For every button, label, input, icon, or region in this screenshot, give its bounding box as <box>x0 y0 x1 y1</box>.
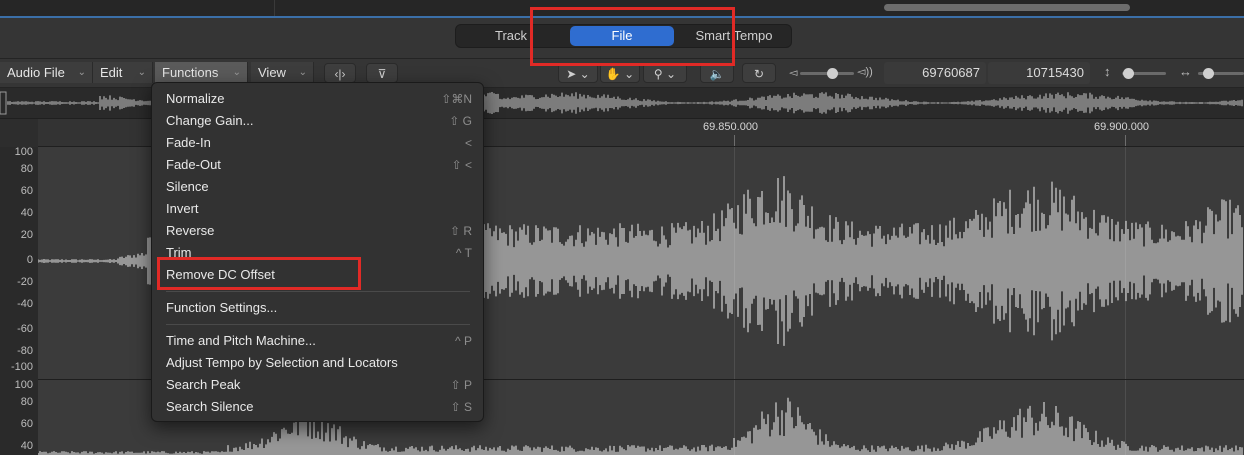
shortcut: ⇧ S <box>450 400 472 414</box>
shortcut: ⇧ < <box>451 158 472 172</box>
functions-menu-label: Functions <box>162 65 219 80</box>
position-field[interactable]: 69760687 <box>884 62 986 84</box>
hand-tool-icon[interactable]: ✋ ⌄ <box>600 63 640 83</box>
menu-item-function-settings[interactable]: Function Settings... <box>166 298 472 318</box>
menu-item-fade-in[interactable]: Fade-In < <box>166 133 472 153</box>
menu-item-reverse[interactable]: Reverse ⇧ R <box>166 221 472 241</box>
axis-label: 20 <box>20 229 33 241</box>
flex-marker-icon[interactable]: ⊽ <box>366 63 398 83</box>
ruler-tick <box>734 135 735 146</box>
menu-item-silence[interactable]: Silence <box>166 177 472 197</box>
chevron-down-icon: ⌄ <box>137 67 146 78</box>
edit-menu-label: Edit <box>100 65 123 80</box>
functions-menu[interactable]: Functions ⌄ <box>155 62 248 83</box>
menu-item-normalize[interactable]: Normalize ⇧⌘N <box>166 89 472 109</box>
horizontal-zoom-knob[interactable] <box>1203 68 1214 79</box>
chevron-down-icon: ⌄ <box>232 67 241 78</box>
axis-label: 80 <box>20 396 33 408</box>
menu-item-label: Time and Pitch Machine... <box>166 333 316 348</box>
menu-item-search-peak[interactable]: Search Peak ⇧ P <box>166 375 472 395</box>
menu-item-label: Invert <box>166 201 199 216</box>
menu-item-label: Reverse <box>166 223 215 238</box>
vertical-zoom-icon: ↕ <box>1104 64 1111 79</box>
menu-item-label: Search Peak <box>166 377 241 392</box>
audio-file-menu-label: Audio File <box>7 65 65 80</box>
menu-item-time-and-pitch-machine[interactable]: Time and Pitch Machine... ^ P <box>166 331 472 351</box>
menu-item-search-silence[interactable]: Search Silence ⇧ S <box>166 397 472 417</box>
menu-item-label: Fade-In <box>166 135 211 150</box>
axis-label: 100 <box>14 379 33 391</box>
zoom-tool-icon[interactable]: ⚲ ⌄ <box>643 63 687 83</box>
highlight-box-file-tab <box>530 7 735 66</box>
shortcut: ⇧ P <box>450 378 472 392</box>
axis-label: 40 <box>20 440 33 452</box>
volume-knob[interactable] <box>827 68 838 79</box>
menu-item-label: Adjust Tempo by Selection and Locators <box>166 355 398 370</box>
speaker-icon[interactable]: 🔈 <box>700 63 734 83</box>
menu-item-label: Normalize <box>166 91 225 106</box>
menu-item-fade-out[interactable]: Fade-Out ⇧ < <box>166 155 472 175</box>
shortcut: < <box>464 136 472 150</box>
split-region-icon[interactable]: ‹|› <box>324 63 356 83</box>
shortcut: ^ T <box>455 246 472 260</box>
shortcut: ^ P <box>455 334 472 348</box>
ruler-label: 69.850.000 <box>703 121 759 133</box>
axis-label: 0 <box>26 254 33 266</box>
axis-label: -60 <box>17 323 33 335</box>
axis-label: 40 <box>20 207 33 219</box>
audio-file-menu[interactable]: Audio File ⌄ <box>0 62 93 83</box>
highlight-box-remove-dc-offset <box>157 257 361 290</box>
axis-label: -100 <box>10 361 33 373</box>
vertical-zoom-knob[interactable] <box>1123 68 1134 79</box>
horizontal-scrollbar[interactable] <box>884 4 1130 11</box>
axis-label: -40 <box>17 298 33 310</box>
menu-item-label: Change Gain... <box>166 113 254 128</box>
menu-item-label: Fade-Out <box>166 157 221 172</box>
amplitude-axis: 100 80 60 40 20 0 -20 -40 -60 -80 -100 1… <box>0 146 39 455</box>
volume-low-icon: ◅ <box>789 67 798 79</box>
pointer-tool-icon[interactable]: ➤ ⌄ <box>558 63 598 83</box>
edit-menu[interactable]: Edit ⌄ <box>93 62 153 83</box>
volume-high-icon: ◅)) <box>857 66 873 78</box>
axis-label: -80 <box>17 345 33 357</box>
view-menu[interactable]: View ⌄ <box>251 62 314 83</box>
menu-item-change-gain[interactable]: Change Gain... ⇧ G <box>166 111 472 131</box>
length-field[interactable]: 10715430 <box>988 62 1090 84</box>
chevron-down-icon: ⌄ <box>77 67 86 78</box>
axis-label: -20 <box>17 276 33 288</box>
shortcut: ⇧ R <box>449 224 472 238</box>
menu-separator <box>166 291 470 292</box>
shortcut: ⇧ G <box>449 114 472 128</box>
functions-dropdown: Normalize ⇧⌘N Change Gain... ⇧ G Fade-In < … <box>151 82 484 422</box>
menu-item-label: Silence <box>166 179 209 194</box>
axis-label: 60 <box>20 418 33 430</box>
ruler-tick <box>1125 135 1126 146</box>
top-divider <box>274 0 275 16</box>
chevron-down-icon: ⌄ <box>298 67 307 78</box>
ruler-label: 69.900.000 <box>1094 121 1150 133</box>
shortcut: ⇧⌘N <box>441 92 472 106</box>
menu-item-label: Search Silence <box>166 399 254 414</box>
menu-separator <box>166 324 470 325</box>
loop-icon[interactable]: ↻ <box>742 63 776 83</box>
horizontal-zoom-icon: ↔ <box>1179 64 1192 79</box>
menu-item-invert[interactable]: Invert <box>166 199 472 219</box>
view-menu-label: View <box>258 65 286 80</box>
axis-label: 60 <box>20 185 33 197</box>
menu-item-label: Function Settings... <box>166 300 278 315</box>
axis-label: 80 <box>20 163 33 175</box>
menu-item-adjust-tempo[interactable]: Adjust Tempo by Selection and Locators <box>166 353 472 373</box>
axis-label: 100 <box>14 146 33 158</box>
